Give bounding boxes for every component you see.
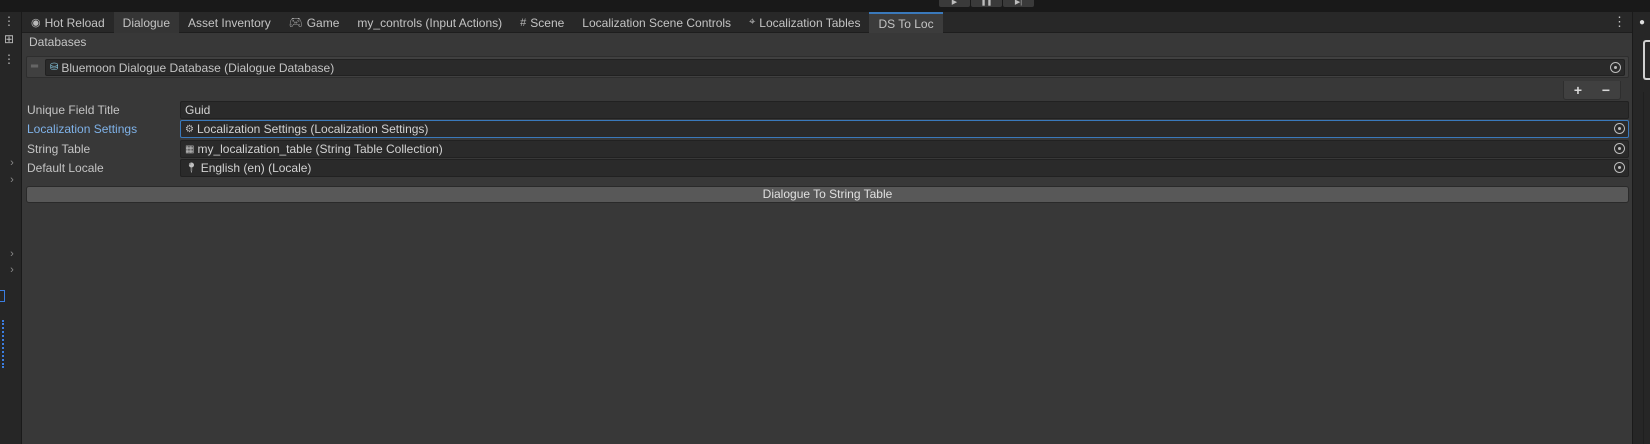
tab-label: Localization Tables <box>759 15 861 30</box>
tab-hot-reload[interactable]: ◉ Hot Reload <box>22 12 114 33</box>
location-pin-icon: 📍︎ <box>185 162 198 174</box>
object-picker-icon[interactable] <box>1614 123 1625 134</box>
string-table-row: String Table ▦ my_localization_table (St… <box>26 140 1629 158</box>
panel-handle[interactable] <box>1643 40 1650 80</box>
left-toolbar: ⋮ ⊞ ⋮ › › › › <box>0 12 22 444</box>
editor-top-bar: ▶ ❚❚ ▶| <box>0 0 1650 12</box>
database-icon: ⛁ <box>50 62 59 73</box>
add-button[interactable]: + <box>1574 82 1582 98</box>
info-icon: ● <box>1639 17 1646 28</box>
string-table-value: my_localization_table (String Table Coll… <box>197 142 443 156</box>
database-list-item: ═ ⛁ Bluemoon Dialogue Database (Dialogue… <box>26 56 1629 78</box>
tab-localization-tables[interactable]: ⌖ Localization Tables <box>740 12 869 33</box>
divider <box>1643 92 1644 444</box>
flame-icon: ◉ <box>31 17 41 29</box>
tab-label: Dialogue <box>122 15 171 30</box>
menu-icon[interactable]: ⋮ <box>0 52 18 66</box>
tab-asset-inventory[interactable]: Asset Inventory <box>179 12 280 33</box>
unique-field-title-row: Unique Field Title Guid <box>26 101 1629 119</box>
databases-label: Databases <box>29 35 87 49</box>
database-object-field[interactable]: ⛁ Bluemoon Dialogue Database (Dialogue D… <box>45 59 1625 76</box>
tab-label: Asset Inventory <box>188 15 271 30</box>
tab-my-controls[interactable]: my_controls (Input Actions) <box>348 12 511 33</box>
unique-field-title-label: Unique Field Title <box>27 103 120 117</box>
object-picker-icon[interactable] <box>1610 62 1621 73</box>
default-locale-value: English (en) (Locale) <box>200 161 312 175</box>
grid-icon: # <box>520 16 527 29</box>
database-value: Bluemoon Dialogue Database (Dialogue Dat… <box>61 60 335 75</box>
selection-marker <box>0 290 5 302</box>
drag-handle-icon[interactable]: ═ <box>31 61 38 72</box>
object-picker-icon[interactable] <box>1614 143 1625 154</box>
pause-button[interactable]: ❚❚ <box>971 0 1002 7</box>
chevron-right-icon[interactable]: › <box>6 264 18 276</box>
string-table-icon: ▦ <box>185 143 195 155</box>
tab-game[interactable]: 🎮︎ Game <box>280 12 349 33</box>
localization-settings-label: Localization Settings <box>27 122 138 136</box>
selection-marker <box>0 320 4 368</box>
default-locale-row: Default Locale 📍︎ English (en) (Locale) <box>26 159 1629 177</box>
chevron-right-icon[interactable]: › <box>6 174 18 186</box>
object-picker-icon[interactable] <box>1614 162 1625 173</box>
unique-field-title-input[interactable]: Guid <box>180 101 1629 119</box>
gamepad-icon: 🎮︎ <box>288 17 303 29</box>
default-locale-field[interactable]: 📍︎ English (en) (Locale) <box>180 159 1629 177</box>
play-controls: ▶ ❚❚ ▶| <box>939 0 1035 7</box>
menu-icon[interactable]: ⋮ <box>0 14 18 28</box>
default-locale-label: Default Locale <box>27 161 104 175</box>
chevron-right-icon[interactable]: › <box>6 157 18 169</box>
localization-settings-field[interactable]: ⚙ Localization Settings (Localization Se… <box>180 120 1629 138</box>
tab-label: Hot Reload <box>44 15 105 30</box>
list-add-remove: + − <box>1563 81 1621 100</box>
settings-icon: ⚙ <box>185 123 194 135</box>
localization-table-icon: ⌖ <box>749 16 756 28</box>
string-table-field[interactable]: ▦ my_localization_table (String Table Co… <box>180 140 1629 158</box>
unique-field-title-value: Guid <box>185 103 211 117</box>
tab-label: Scene <box>530 15 565 30</box>
right-panel-edge: ● <box>1632 12 1650 444</box>
tab-ds-to-loc[interactable]: DS To Loc <box>869 12 943 33</box>
remove-button[interactable]: − <box>1602 82 1610 98</box>
chevron-right-icon[interactable]: › <box>6 248 18 260</box>
tab-label: Localization Scene Controls <box>582 15 732 30</box>
localization-settings-value: Localization Settings (Localization Sett… <box>196 122 429 136</box>
tab-dialogue[interactable]: Dialogue <box>113 12 180 33</box>
tab-label: my_controls (Input Actions) <box>357 15 503 30</box>
localization-settings-row: Localization Settings ⚙ Localization Set… <box>26 120 1629 138</box>
tab-label: Game <box>306 15 340 30</box>
string-table-label: String Table <box>27 142 91 156</box>
tab-scene[interactable]: # Scene <box>511 12 573 33</box>
tab-bar: ◉ Hot Reload Dialogue Asset Inventory 🎮︎… <box>22 12 1632 33</box>
tab-localization-scene-controls[interactable]: Localization Scene Controls <box>573 12 740 33</box>
add-window-icon[interactable]: ⊞ <box>0 32 18 46</box>
tab-menu-icon[interactable]: ⋮ <box>1613 14 1626 30</box>
tab-label: DS To Loc <box>878 16 934 31</box>
step-button[interactable]: ▶| <box>1003 0 1034 7</box>
play-button[interactable]: ▶ <box>939 0 970 7</box>
dialogue-to-string-table-button[interactable]: Dialogue To String Table <box>26 186 1629 203</box>
